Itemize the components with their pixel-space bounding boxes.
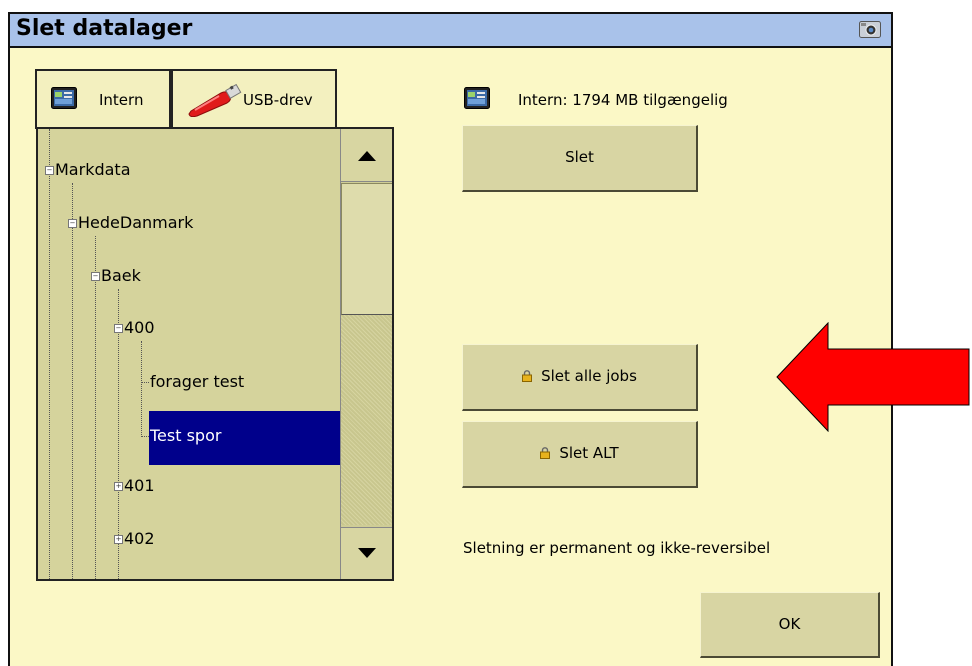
tree-connector [141, 436, 149, 437]
delete-all-jobs-label: Slet alle jobs [541, 367, 637, 385]
tree-content: − Markdata − HedeDanmark − Baek − 400 fo… [38, 129, 340, 579]
tree-connector [49, 129, 50, 579]
tree-node[interactable]: 401 [124, 476, 155, 495]
tree-node[interactable]: HedeDanmark [78, 213, 193, 232]
camera-icon[interactable] [859, 21, 881, 38]
collapse-icon[interactable]: − [91, 272, 100, 281]
delete-all-button[interactable]: Slet ALT [462, 421, 698, 488]
expand-icon[interactable]: + [114, 482, 123, 491]
collapse-icon[interactable]: − [114, 324, 123, 333]
storage-available-label: Intern: 1794 MB tilgængelig [518, 91, 728, 109]
display-icon [464, 87, 490, 109]
delete-storage-window: Slet datalager Intern USB-drev − Markdat… [8, 12, 893, 666]
lock-icon [540, 447, 551, 459]
scroll-thumb[interactable] [341, 183, 392, 315]
delete-all-label: Slet ALT [559, 444, 619, 462]
display-icon [51, 87, 77, 109]
delete-button-label: Slet [565, 148, 594, 166]
tree-node[interactable]: 402 [124, 529, 155, 548]
scroll-track[interactable] [341, 315, 392, 525]
ok-button-label: OK [778, 615, 801, 633]
delete-button[interactable]: Slet [462, 125, 698, 192]
expand-icon[interactable]: + [114, 535, 123, 544]
tab-intern-label: Intern [99, 91, 144, 109]
tree-connector [141, 382, 149, 383]
tab-usb-drev-label: USB-drev [243, 91, 313, 109]
delete-all-jobs-button[interactable]: Slet alle jobs [462, 344, 698, 411]
warning-text: Sletning er permanent og ikke-reversibel [463, 539, 771, 557]
folder-tree[interactable]: − Markdata − HedeDanmark − Baek − 400 fo… [36, 127, 394, 581]
tree-connector [141, 341, 142, 437]
tree-node[interactable]: Baek [101, 266, 141, 285]
scroll-down-button[interactable] [341, 527, 392, 579]
title-bar: Slet datalager [10, 14, 891, 48]
down-arrow-icon [358, 548, 376, 558]
tree-node[interactable]: forager test [150, 372, 244, 391]
tree-connector [72, 183, 73, 579]
usb-stick-icon [188, 83, 242, 117]
up-arrow-icon [358, 151, 376, 161]
tree-node[interactable]: Markdata [55, 160, 131, 179]
lock-icon [522, 370, 533, 382]
collapse-icon[interactable]: − [68, 219, 77, 228]
tab-intern[interactable]: Intern [35, 69, 171, 129]
window-title: Slet datalager [16, 16, 193, 41]
tree-connector [95, 236, 96, 579]
tree-node-selected[interactable]: Test spor [150, 426, 221, 445]
collapse-icon[interactable]: − [45, 166, 54, 175]
tree-scrollbar[interactable] [340, 129, 392, 579]
tab-usb-drev[interactable]: USB-drev [171, 69, 337, 129]
red-arrow-left-icon [776, 322, 970, 432]
scroll-up-button[interactable] [341, 129, 392, 182]
ok-button[interactable]: OK [700, 592, 880, 658]
tree-node[interactable]: 400 [124, 318, 155, 337]
